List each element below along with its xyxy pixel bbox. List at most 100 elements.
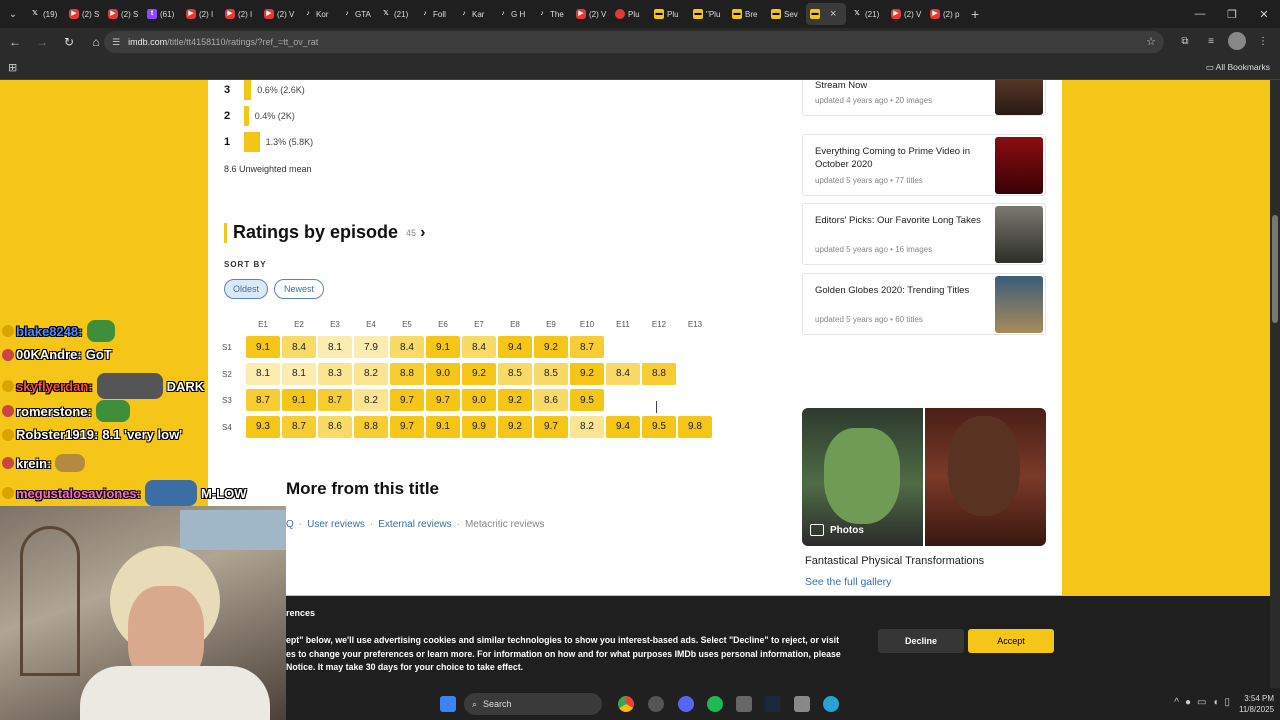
extensions-icon[interactable]: ⧉	[1176, 32, 1194, 50]
forward-icon[interactable]: →	[30, 30, 54, 54]
rating-cell[interactable]: 8.4	[390, 336, 424, 358]
rating-cell[interactable]: 9.4	[498, 336, 532, 358]
rating-cell[interactable]: 8.2	[570, 415, 604, 438]
rating-cell[interactable]: 8.6	[534, 389, 568, 412]
rating-cell[interactable]: 8.5	[534, 362, 568, 385]
rating-cell[interactable]: 8.1	[282, 362, 316, 385]
list-card[interactable]: Everything Coming to Prime Video in Octo…	[802, 134, 1046, 196]
rating-cell[interactable]: 8.8	[354, 415, 388, 438]
rating-cell[interactable]: 9.2	[498, 415, 532, 438]
rating-cell[interactable]: 9.5	[570, 389, 604, 412]
rating-cell[interactable]: 8.2	[354, 362, 388, 385]
browser-tab[interactable]: ♪ Kor	[299, 3, 336, 25]
rating-cell[interactable]: 9.7	[426, 389, 460, 412]
discord-icon[interactable]	[678, 696, 694, 712]
start-menu-icon[interactable]	[440, 696, 456, 712]
browser-tab[interactable]: ▶ (2) V	[572, 3, 609, 25]
list-card[interactable]: Editors' Picks: Our Favorite Long Takes u…	[802, 203, 1046, 265]
calculator-icon[interactable]	[794, 696, 810, 712]
taskbar-search[interactable]: ⌕ Search	[464, 693, 602, 715]
browser-tab[interactable]: ▶ (2) V	[887, 3, 924, 25]
scrollbar-thumb[interactable]	[1272, 215, 1278, 323]
rating-cell[interactable]: 9.2	[462, 362, 496, 385]
bookmark-star-icon[interactable]: ☆	[1146, 35, 1156, 48]
profile-avatar[interactable]	[1228, 32, 1246, 50]
rating-cell[interactable]: 9.7	[534, 415, 568, 438]
list-card[interactable]: Stream Now updated 4 years ago • 20 image…	[802, 80, 1046, 116]
rating-cell[interactable]: 9.0	[426, 362, 460, 385]
browser-tab[interactable]: ▬ Plu	[650, 3, 687, 25]
rating-cell[interactable]: 8.7	[318, 389, 352, 412]
rating-cell[interactable]: 9.7	[390, 389, 424, 412]
browser-tab[interactable]: ♪ Kar	[455, 3, 492, 25]
browser-tab[interactable]: ♪ G H	[494, 3, 531, 25]
rating-cell[interactable]: 8.1	[246, 362, 280, 385]
rating-cell[interactable]: 9.1	[246, 336, 280, 358]
site-info-icon[interactable]: ☰	[112, 37, 120, 48]
media-icon[interactable]: ≡	[1202, 32, 1220, 50]
browser-tab[interactable]: ▬ Bre	[728, 3, 765, 25]
rating-cell[interactable]: 9.8	[678, 415, 712, 438]
gallery-title[interactable]: Fantastical Physical Transformations	[805, 555, 984, 567]
rating-cell[interactable]: 8.7	[246, 389, 280, 412]
rating-cell[interactable]: 9.0	[462, 389, 496, 412]
browser-tab[interactable]: ▬ "Plu	[689, 3, 726, 25]
see-full-gallery-link[interactable]: See the full gallery	[805, 576, 891, 588]
browser-tab[interactable]: ▶ (2) S	[65, 3, 102, 25]
minimize-icon[interactable]: —	[1184, 0, 1216, 28]
rating-cell[interactable]: 9.5	[642, 415, 676, 438]
browser-icon[interactable]	[823, 696, 839, 712]
browser-tab[interactable]: 𝕏 (21)	[377, 3, 414, 25]
sort-newest-chip[interactable]: Newest	[274, 279, 324, 299]
maximize-icon[interactable]: ❐	[1216, 0, 1248, 28]
url-input[interactable]: ☰ imdb.com/title/tt4158110/ratings/?ref_…	[104, 31, 1164, 53]
accept-button[interactable]: Accept	[968, 629, 1054, 653]
rating-cell[interactable]: 8.8	[642, 362, 676, 385]
browser-tab[interactable]: ▶ (2) S	[104, 3, 141, 25]
spotify-icon[interactable]	[707, 696, 723, 712]
steam-icon[interactable]	[765, 696, 781, 712]
metacritic-reviews-link[interactable]: Metacritic reviews	[465, 519, 544, 530]
browser-tab[interactable]: ▶ (2) p	[926, 3, 963, 25]
browser-tab[interactable]: 𝕏 (21)	[848, 3, 885, 25]
rating-cell[interactable]: 8.4	[282, 336, 316, 358]
menu-icon[interactable]: ⋮	[1254, 32, 1272, 50]
new-tab-button[interactable]: +	[971, 6, 979, 22]
rating-cell[interactable]: 9.1	[282, 389, 316, 412]
ratings-by-episode-heading[interactable]: Ratings by episode 45 ›	[224, 222, 425, 243]
network-icon[interactable]: ▭	[1197, 697, 1206, 708]
back-icon[interactable]: ←	[3, 30, 27, 54]
browser-tab[interactable]: 𝕏 (19)	[26, 3, 63, 25]
rating-cell[interactable]: 8.8	[390, 362, 424, 385]
rating-cell[interactable]: 7.9	[354, 336, 388, 358]
browser-tab[interactable]: Plu	[611, 3, 648, 25]
page-scrollbar[interactable]	[1270, 80, 1280, 688]
rating-cell[interactable]: 9.1	[426, 415, 460, 438]
browser-tab[interactable]: ♪ GTA	[338, 3, 375, 25]
taskbar-clock[interactable]: 3:54 PM 11/8/2025	[1239, 693, 1274, 715]
close-window-icon[interactable]: ✕	[1248, 0, 1280, 28]
microphone-icon[interactable]: ●	[1185, 697, 1191, 708]
apps-grid-icon[interactable]: ⊞	[8, 61, 17, 74]
rating-cell[interactable]: 8.3	[318, 362, 352, 385]
chevron-up-icon[interactable]: ^	[1174, 697, 1179, 708]
rating-cell[interactable]: 8.7	[570, 336, 604, 358]
browser-tab[interactable]: ▶ (2) V	[260, 3, 297, 25]
rating-cell[interactable]: 9.7	[390, 415, 424, 438]
tab-search-icon[interactable]: ⌄	[0, 0, 26, 28]
photos-card[interactable]: Photos	[802, 408, 1046, 546]
rating-cell[interactable]: 9.9	[462, 415, 496, 438]
decline-button[interactable]: Decline	[878, 629, 964, 653]
rating-cell[interactable]: 8.5	[498, 362, 532, 385]
list-card[interactable]: Golden Globes 2020: Trending Titles updat…	[802, 273, 1046, 335]
rating-cell[interactable]: 9.2	[570, 362, 604, 385]
browser-tab[interactable]: ▬ Sev	[767, 3, 804, 25]
obs-icon[interactable]	[648, 696, 664, 712]
rating-cell[interactable]: 8.2	[354, 389, 388, 412]
close-tab-icon[interactable]: ×	[830, 8, 836, 20]
rating-cell[interactable]: 8.4	[606, 362, 640, 385]
rating-cell[interactable]: 9.2	[534, 336, 568, 358]
rating-cell[interactable]: 8.4	[462, 336, 496, 358]
rating-cell[interactable]: 8.7	[282, 415, 316, 438]
battery-icon[interactable]: ▯	[1224, 697, 1230, 708]
